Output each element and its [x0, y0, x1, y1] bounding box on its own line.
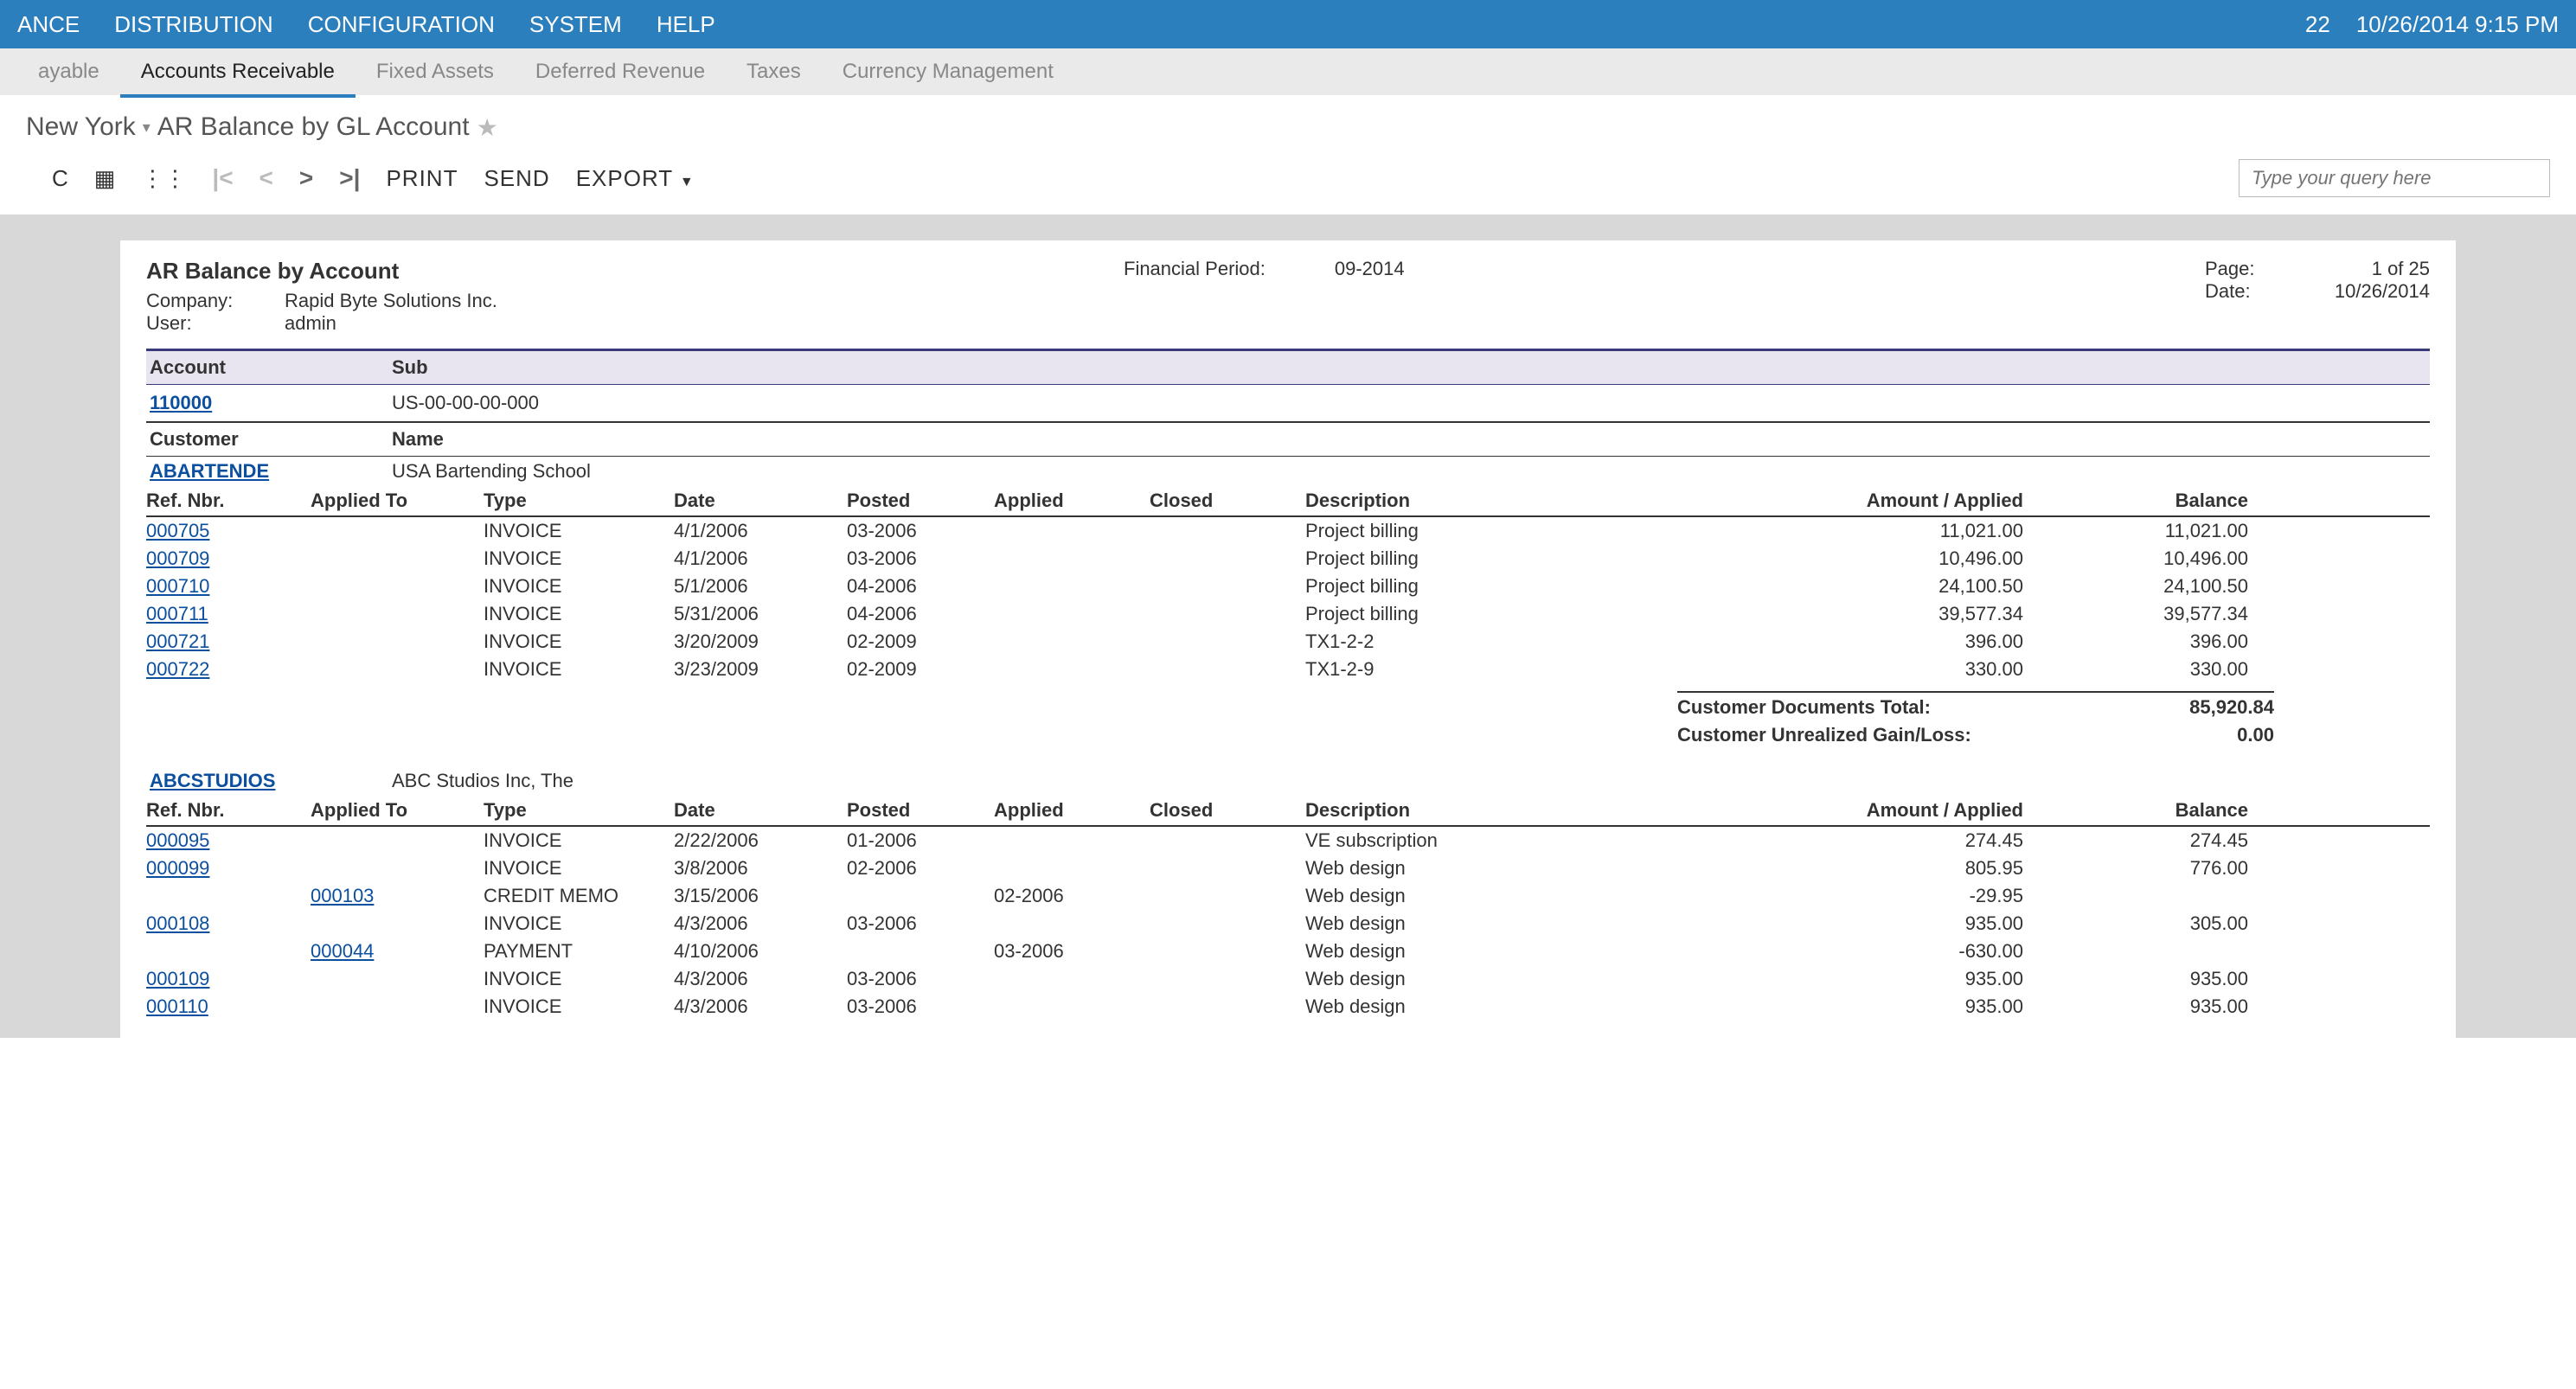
customer-link[interactable]: ABARTENDE [150, 460, 269, 482]
applied-to-link[interactable]: 000103 [311, 885, 374, 906]
chevron-down-icon[interactable]: ▾ [143, 118, 151, 137]
next-page-icon[interactable]: > [299, 164, 313, 192]
table-row: 000103CREDIT MEMO3/15/200602-2006Web des… [146, 882, 2430, 910]
user-value: admin [285, 312, 336, 335]
table-row: 000705INVOICE4/1/200603-2006Project bill… [146, 517, 2430, 545]
menu-finance[interactable]: ANCE [17, 11, 80, 38]
ref-link[interactable]: 000109 [146, 968, 209, 989]
table-row: 000099INVOICE3/8/200602-2006Web design80… [146, 855, 2430, 882]
first-page-icon[interactable]: |< [212, 164, 233, 192]
ref-link[interactable]: 000722 [146, 658, 209, 680]
account-header: Account [150, 356, 392, 379]
detail-header: Ref. Nbr.Applied ToTypeDatePostedApplied… [146, 796, 2430, 827]
ref-link[interactable]: 000711 [146, 603, 208, 624]
breadcrumb: New York ▾ AR Balance by GL Account ★ [0, 95, 2576, 150]
report-area: AR Balance by Account Company: Rapid Byte… [0, 214, 2576, 1038]
refresh-icon[interactable]: C [52, 165, 68, 192]
table-row: 000721INVOICE3/20/200902-2009TX1-2-2396.… [146, 628, 2430, 656]
page-value: 1 of 25 [2291, 258, 2430, 280]
breadcrumb-branch[interactable]: New York [26, 112, 136, 142]
ref-link[interactable]: 000721 [146, 630, 209, 652]
datetime-label: 10/26/2014 9:15 PM [2356, 11, 2559, 38]
export-button[interactable]: EXPORT ▼ [576, 165, 695, 192]
top-menu: ANCE DISTRIBUTION CONFIGURATION SYSTEM H… [0, 0, 2576, 48]
table-row: 000711INVOICE5/31/200604-2006Project bil… [146, 600, 2430, 628]
page-label: Page: [2205, 258, 2274, 280]
submenu-deferred-revenue[interactable]: Deferred Revenue [515, 60, 726, 84]
customer-link[interactable]: ABCSTUDIOS [150, 770, 275, 791]
star-icon[interactable]: ★ [477, 113, 498, 142]
params-icon[interactable]: ▦ [94, 165, 116, 192]
company-value: Rapid Byte Solutions Inc. [285, 290, 497, 312]
name-header: Name [392, 428, 444, 451]
user-label: User: [146, 312, 267, 335]
ref-link[interactable]: 000108 [146, 912, 209, 934]
ref-link[interactable]: 000710 [146, 575, 209, 597]
fin-period-label: Financial Period: [1124, 258, 1266, 335]
submenu-fixed-assets[interactable]: Fixed Assets [356, 60, 515, 84]
ref-link[interactable]: 000095 [146, 829, 209, 851]
report-page: AR Balance by Account Company: Rapid Byte… [120, 240, 2456, 1038]
page-title: AR Balance by GL Account [157, 112, 470, 142]
customer-name: USA Bartending School [392, 460, 591, 483]
menu-configuration[interactable]: CONFIGURATION [308, 11, 495, 38]
submenu-receivable[interactable]: Accounts Receivable [120, 46, 356, 98]
sub-header: Sub [392, 356, 428, 379]
date-label: Date: [2205, 280, 2274, 303]
table-row: 000110INVOICE4/3/200603-2006Web design93… [146, 993, 2430, 1021]
last-page-icon[interactable]: >| [339, 164, 360, 192]
print-button[interactable]: PRINT [386, 165, 458, 192]
submenu-payable[interactable]: ayable [17, 60, 120, 84]
table-row: 000722INVOICE3/23/200902-2009TX1-2-9330.… [146, 656, 2430, 683]
customer-header: Customer [150, 428, 392, 451]
fin-period-value: 09-2014 [1335, 258, 1405, 335]
menu-system[interactable]: SYSTEM [529, 11, 622, 38]
groups-icon[interactable]: ⋮⋮ [141, 165, 186, 192]
menu-distribution[interactable]: DISTRIBUTION [114, 11, 272, 38]
toolbar: C ▦ ⋮⋮ |< < > >| PRINT SEND EXPORT ▼ [0, 150, 2576, 214]
chevron-down-icon: ▼ [680, 175, 695, 189]
company-label: Company: [146, 290, 267, 312]
table-row: 000710INVOICE5/1/200604-2006Project bill… [146, 573, 2430, 600]
customer-name: ABC Studios Inc, The [392, 770, 574, 792]
notification-badge[interactable]: 22 [2305, 11, 2330, 38]
prev-page-icon[interactable]: < [260, 164, 273, 192]
table-row: 000109INVOICE4/3/200603-2006Web design93… [146, 965, 2430, 993]
ref-link[interactable]: 000709 [146, 547, 209, 569]
account-link[interactable]: 110000 [150, 392, 212, 413]
sub-value: US-00-00-00-000 [392, 392, 539, 414]
send-button[interactable]: SEND [484, 165, 549, 192]
query-input[interactable] [2239, 159, 2550, 197]
menu-help[interactable]: HELP [657, 11, 715, 38]
submenu-currency[interactable]: Currency Management [822, 60, 1074, 84]
date-value: 10/26/2014 [2291, 280, 2430, 303]
table-row: 000044PAYMENT4/10/200603-2006Web design-… [146, 938, 2430, 965]
submenu-taxes[interactable]: Taxes [726, 60, 822, 84]
ref-link[interactable]: 000099 [146, 857, 209, 879]
detail-header: Ref. Nbr.Applied ToTypeDatePostedApplied… [146, 486, 2430, 517]
table-row: 000095INVOICE2/22/200601-2006VE subscrip… [146, 827, 2430, 855]
applied-to-link[interactable]: 000044 [311, 940, 374, 962]
ref-link[interactable]: 000110 [146, 995, 208, 1017]
table-row: 000709INVOICE4/1/200603-2006Project bill… [146, 545, 2430, 573]
customer-totals: Customer Documents Total:85,920.84 Custo… [146, 688, 2430, 749]
sub-menu: ayable Accounts Receivable Fixed Assets … [0, 48, 2576, 95]
table-row: 000108INVOICE4/3/200603-2006Web design93… [146, 910, 2430, 938]
report-title: AR Balance by Account [146, 258, 1124, 285]
ref-link[interactable]: 000705 [146, 520, 209, 541]
